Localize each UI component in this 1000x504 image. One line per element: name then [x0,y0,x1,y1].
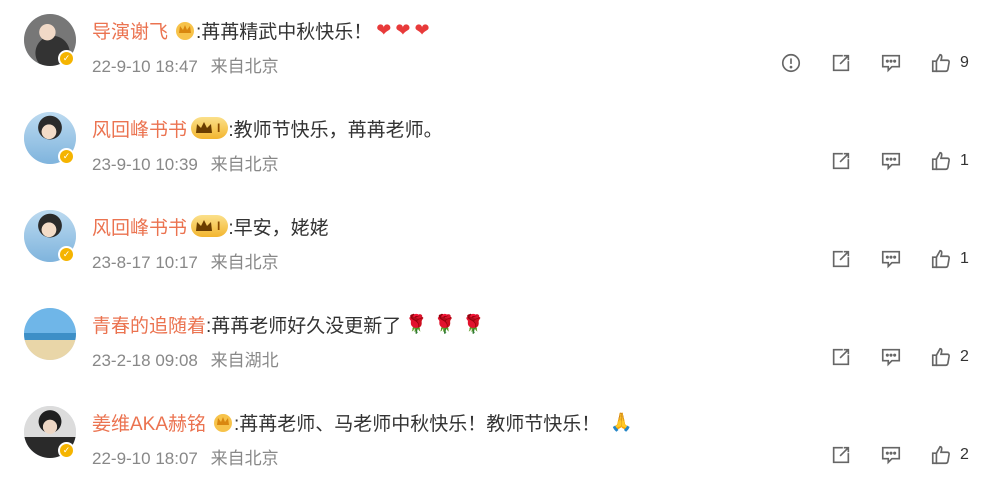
like-count: 2 [960,348,969,365]
comment-line: 风回峰书书 I :早安，姥姥 [92,212,329,240]
comment-icon [881,250,901,269]
comment-actions: 2 [802,440,970,470]
comment-location: 来自湖北 [210,351,279,370]
like-button[interactable]: 9 [930,52,970,74]
username[interactable]: 风回峰书书 [92,115,187,142]
comment-list: ✓ 导演谢飞 :苒苒精武中秋快乐！ ❤❤❤ 22-9-10 18:47 来自北京… [0,0,1000,504]
comment-text: :苒苒老师好久没更新了 [206,315,402,337]
repost-button[interactable] [830,52,852,74]
reply-button[interactable] [880,444,902,466]
repost-button[interactable] [830,248,852,270]
comment-item: ✓ 姜维AKA赫铭 :苒苒老师、马老师中秋快乐！教师节快乐！ 🙏 22-9-10… [0,392,1000,490]
verified-badge-icon: ✓ [58,442,75,459]
comment-icon [881,348,901,367]
comment-line: 青春的追随着 :苒苒老师好久没更新了 🌹🌹🌹 [92,310,491,338]
comment-location: 来自北京 [210,449,279,468]
crown-icon [196,122,213,133]
comment-text: :教师节快乐，苒苒老师。 [228,119,443,141]
report-button[interactable] [780,52,802,74]
comment-location: 来自北京 [210,155,279,174]
member-level-badge: I [191,215,229,237]
like-count: 9 [960,54,969,71]
comment-location: 来自北京 [210,253,279,272]
like-button[interactable]: 1 [930,150,970,172]
comment-actions: 9 [752,48,970,78]
exclamation-circle-icon [781,53,801,73]
comment-actions: 1 [802,244,970,274]
comment-line: 导演谢飞 :苒苒精武中秋快乐！ ❤❤❤ [92,16,434,44]
thumbs-up-icon [931,347,950,367]
username[interactable]: 青春的追随着 [92,311,206,338]
comment-meta: 22-9-10 18:47 来自北京 [92,52,279,77]
member-level: I [217,121,221,135]
comment-item: ✓ 风回峰书书 I :早安，姥姥 23-8-17 10:17 来自北京 1 [0,196,1000,294]
comment-icon [881,152,901,171]
crown-icon [176,22,195,40]
thumbs-up-icon [931,53,950,73]
comment-text: :苒苒精武中秋快乐！ [196,21,373,43]
comment-location: 来自北京 [210,57,279,76]
comment-time: 23-8-17 10:17 [92,253,198,272]
repost-icon [832,250,850,268]
comment-meta: 23-8-17 10:17 来自北京 [92,248,279,273]
username[interactable]: 导演谢飞 [92,17,168,44]
member-level-badge: I [191,117,229,139]
comment-item: 青春的追随着 :苒苒老师好久没更新了 🌹🌹🌹 23-2-18 09:08 来自湖… [0,294,1000,392]
comment-meta: 22-9-10 18:07 来自北京 [92,444,279,469]
comment-icon [881,446,901,465]
comment-meta: 23-9-10 10:39 来自北京 [92,150,279,175]
like-count: 1 [960,250,969,267]
repost-button[interactable] [830,346,852,368]
comment-actions: 2 [802,342,970,372]
comment-icon [881,54,901,73]
comment-time: 22-9-10 18:07 [92,449,198,468]
comment-time: 22-9-10 18:47 [92,57,198,76]
comment-item: ✓ 风回峰书书 I :教师节快乐，苒苒老师。 23-9-10 10:39 来自北… [0,98,1000,196]
heart-emojis: ❤❤❤ [376,19,434,40]
repost-icon [832,348,850,366]
pray-emoji: 🙏 [610,411,633,432]
thumbs-up-icon [931,249,950,269]
thumbs-up-icon [931,445,950,465]
comment-time: 23-9-10 10:39 [92,155,198,174]
reply-button[interactable] [880,52,902,74]
reply-button[interactable] [880,346,902,368]
repost-button[interactable] [830,444,852,466]
like-button[interactable]: 2 [930,346,970,368]
repost-button[interactable] [830,150,852,172]
rose-emojis: 🌹🌹🌹 [405,313,491,334]
reply-button[interactable] [880,248,902,270]
comment-text: :苒苒老师、马老师中秋快乐！教师节快乐！ [234,413,601,435]
username[interactable]: 风回峰书书 [92,213,187,240]
crown-icon [214,414,233,432]
avatar[interactable] [24,308,76,360]
verified-badge-icon: ✓ [58,246,75,263]
comment-line: 姜维AKA赫铭 :苒苒老师、马老师中秋快乐！教师节快乐！ 🙏 [92,408,633,436]
crown-icon [196,220,213,231]
comment-line: 风回峰书书 I :教师节快乐，苒苒老师。 [92,114,443,142]
member-level: I [217,219,221,233]
like-button[interactable]: 2 [930,444,970,466]
verified-badge-icon: ✓ [58,50,75,67]
comment-meta: 23-2-18 09:08 来自湖北 [92,346,279,371]
comment-text: :早安，姥姥 [228,217,329,239]
comment-time: 23-2-18 09:08 [92,351,198,370]
repost-icon [832,54,850,72]
repost-icon [832,152,850,170]
like-count: 1 [960,152,969,169]
like-count: 2 [960,446,969,463]
reply-button[interactable] [880,150,902,172]
comment-item: ✓ 导演谢飞 :苒苒精武中秋快乐！ ❤❤❤ 22-9-10 18:47 来自北京… [0,0,1000,98]
username[interactable]: 姜维AKA赫铭 [92,409,206,436]
repost-icon [832,446,850,464]
like-button[interactable]: 1 [930,248,970,270]
verified-badge-icon: ✓ [58,148,75,165]
thumbs-up-icon [931,151,950,171]
comment-actions: 1 [802,146,970,176]
